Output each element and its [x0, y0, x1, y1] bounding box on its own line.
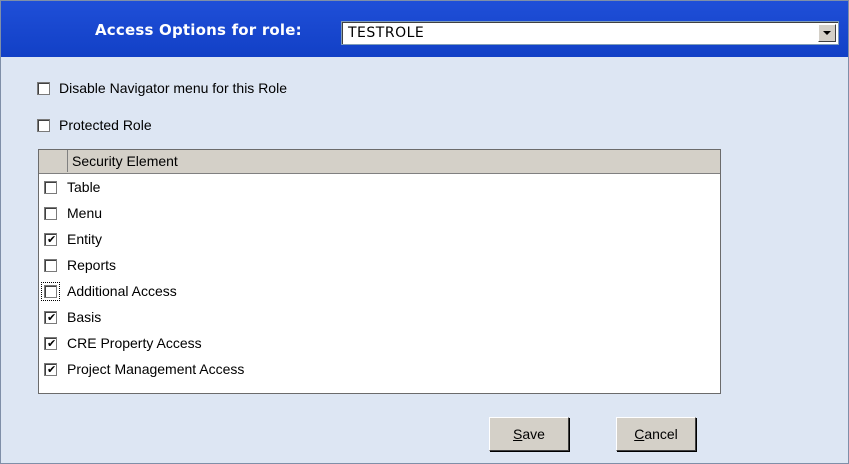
- protected-role-label: Protected Role: [59, 117, 152, 133]
- column-header-security-element[interactable]: Security Element: [72, 153, 178, 169]
- checkmark-icon: ✔: [47, 232, 57, 246]
- header-bar: Access Options for role: TESTROLE: [1, 1, 848, 57]
- row-label: Project Management Access: [67, 361, 245, 377]
- disable-navigator-option[interactable]: Disable Navigator menu for this Role: [37, 79, 287, 97]
- row-checkbox[interactable]: [44, 206, 57, 220]
- disable-navigator-label: Disable Navigator menu for this Role: [59, 80, 287, 96]
- row-label: Table: [67, 179, 101, 195]
- role-dropdown-value: TESTROLE: [348, 25, 425, 41]
- row-checkbox[interactable]: [44, 180, 57, 194]
- table-row[interactable]: Reports: [39, 252, 720, 278]
- table-row[interactable]: Menu: [39, 200, 720, 226]
- security-element-grid: Security Element Table Menu ✔ Entity Rep…: [38, 149, 721, 394]
- cancel-button[interactable]: Cancel: [616, 417, 696, 451]
- row-checkbox[interactable]: ✔: [44, 310, 57, 324]
- row-label: CRE Property Access: [67, 335, 202, 351]
- row-checkbox[interactable]: [41, 281, 60, 301]
- row-label: Reports: [67, 257, 117, 273]
- dropdown-button[interactable]: [818, 24, 836, 42]
- row-checkbox[interactable]: ✔: [44, 336, 57, 350]
- row-label: Entity: [67, 231, 103, 247]
- save-mnemonic: S: [513, 426, 523, 442]
- access-options-panel: Access Options for role: TESTROLE Disabl…: [0, 0, 849, 464]
- role-label: Access Options for role:: [95, 21, 302, 39]
- table-row[interactable]: ✔ CRE Property Access: [39, 330, 720, 356]
- protected-role-option[interactable]: Protected Role: [37, 116, 152, 134]
- cancel-label-rest: ancel: [644, 426, 678, 442]
- grid-header-corner: [39, 150, 68, 172]
- row-checkbox[interactable]: [44, 258, 57, 272]
- role-dropdown[interactable]: TESTROLE: [341, 21, 839, 45]
- disable-navigator-checkbox[interactable]: [37, 81, 50, 95]
- cancel-mnemonic: C: [634, 426, 645, 442]
- row-checkbox[interactable]: ✔: [44, 362, 57, 376]
- table-row[interactable]: ✔ Project Management Access: [39, 356, 720, 382]
- protected-role-checkbox[interactable]: [37, 118, 50, 132]
- row-label: Menu: [67, 205, 103, 221]
- table-row[interactable]: ✔ Entity: [39, 226, 720, 252]
- save-button[interactable]: Save: [489, 417, 569, 451]
- checkmark-icon: ✔: [47, 310, 57, 324]
- chevron-down-icon: [823, 31, 831, 35]
- checkmark-icon: ✔: [47, 362, 57, 376]
- table-row[interactable]: Table: [39, 174, 720, 200]
- row-label: Additional Access: [67, 283, 177, 299]
- row-checkbox[interactable]: ✔: [44, 232, 57, 246]
- table-row[interactable]: Additional Access: [39, 278, 720, 304]
- checkmark-icon: ✔: [47, 336, 57, 350]
- grid-header: Security Element: [39, 150, 720, 174]
- save-label-rest: ave: [522, 426, 545, 442]
- row-label: Basis: [67, 309, 102, 325]
- table-row[interactable]: ✔ Basis: [39, 304, 720, 330]
